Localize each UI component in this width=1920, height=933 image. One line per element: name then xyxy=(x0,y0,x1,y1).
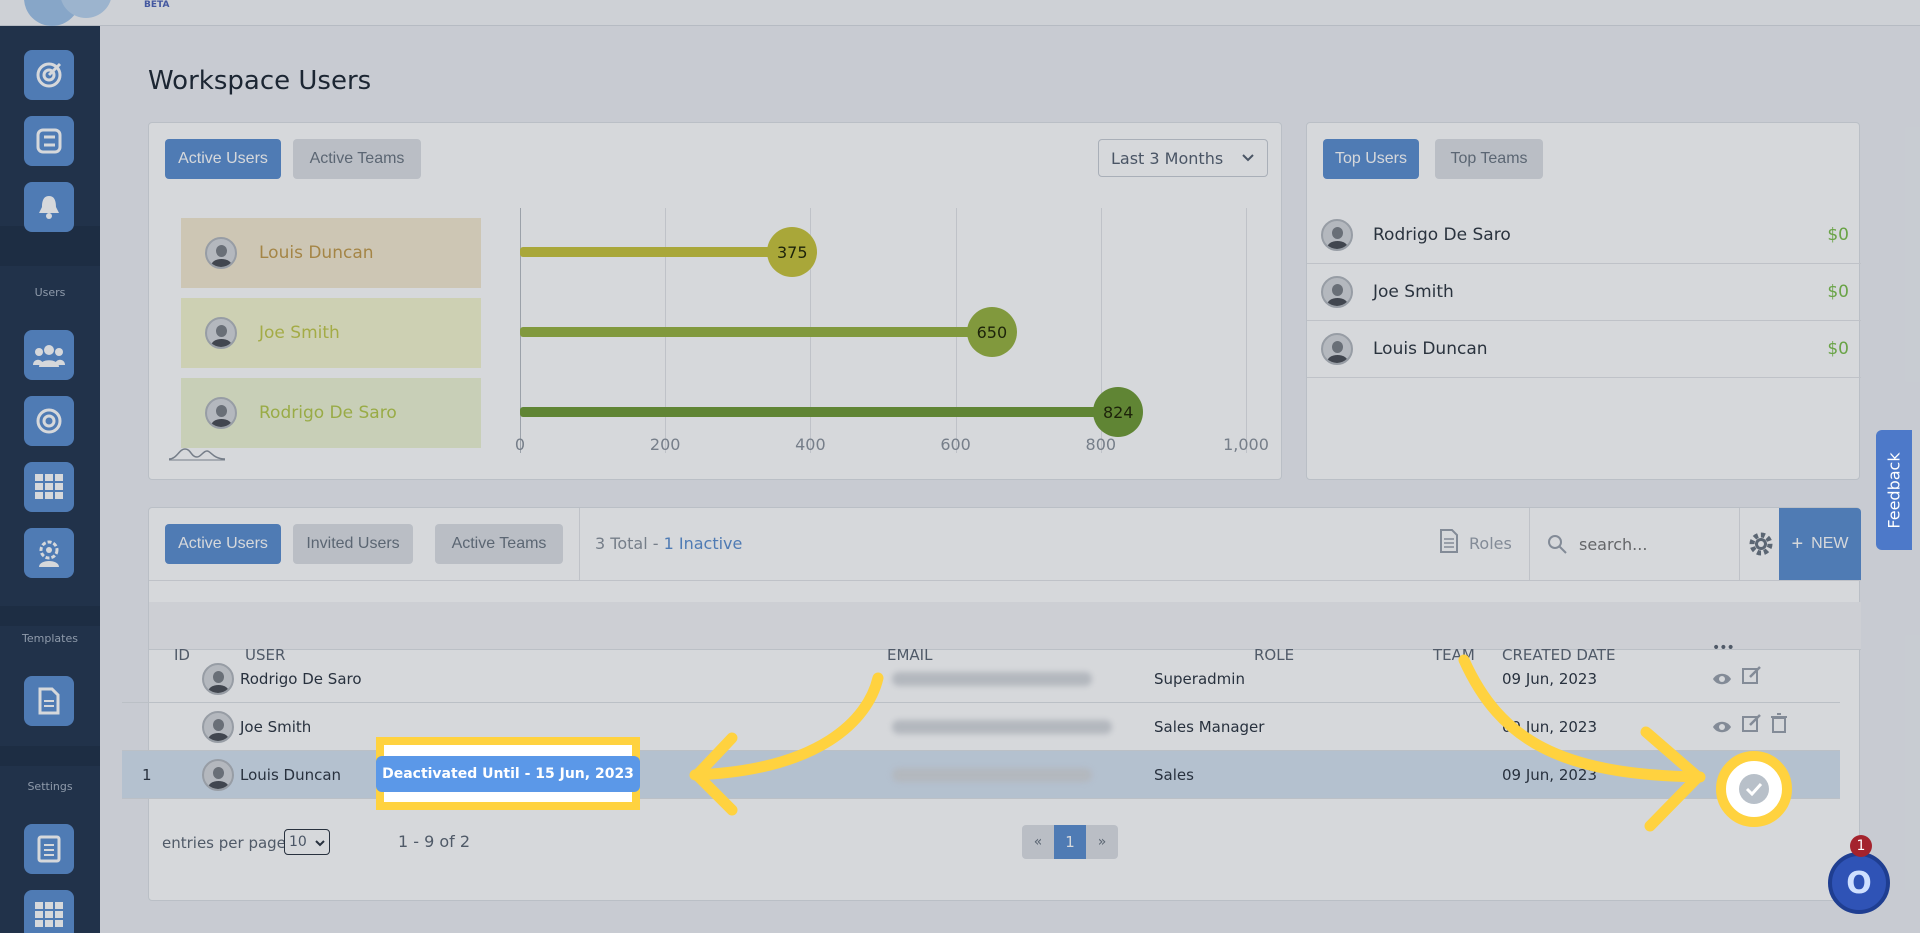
activate-highlight xyxy=(1716,751,1792,827)
chat-icon: O xyxy=(1846,865,1872,901)
feedback-label: Feedback xyxy=(1884,451,1904,529)
check-circle-icon[interactable] xyxy=(1739,774,1769,804)
deactivated-badge[interactable]: Deactivated Until - 15 Jun, 2023 xyxy=(376,755,640,792)
deactivated-callout: Deactivated Until - 15 Jun, 2023 xyxy=(376,737,640,810)
feedback-tab[interactable]: Feedback xyxy=(1876,430,1912,550)
chat-notification-badge: 1 xyxy=(1850,835,1872,857)
tutorial-arrows xyxy=(689,654,1706,832)
chat-widget-button[interactable]: O xyxy=(1828,852,1890,914)
